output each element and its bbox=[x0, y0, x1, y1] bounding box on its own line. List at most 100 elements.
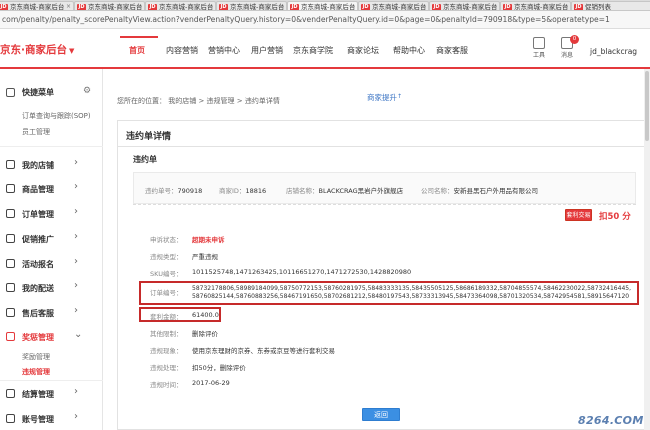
chevron-right-icon: › bbox=[74, 256, 78, 267]
close-icon[interactable]: × bbox=[492, 2, 497, 10]
divider bbox=[133, 204, 636, 205]
nav-help-center[interactable]: 帮助中心 bbox=[393, 45, 425, 56]
chevron-right-icon: › bbox=[74, 305, 78, 316]
arrow-up-icon: ↑ bbox=[397, 93, 403, 100]
badge-icon bbox=[6, 332, 15, 341]
sidebar-item-events[interactable]: 活动报名 › bbox=[0, 254, 103, 274]
sidebar-item-after-sales[interactable]: 售后客服 › bbox=[0, 303, 103, 323]
merchant-upgrade-link[interactable]: 商家提升↑ bbox=[367, 92, 402, 103]
jd-favicon-icon: JD bbox=[77, 4, 86, 10]
sidebar: 快捷菜单 ⚙ 订单查询与跟踪(SOP) 员工管理 我的店铺 › 商品管理 › 订单管… bbox=[0, 69, 103, 430]
nav-merchant-service[interactable]: 商家客服 bbox=[436, 45, 468, 56]
message-count-badge: 0 bbox=[570, 35, 579, 44]
chevron-down-icon: ⌄ bbox=[74, 329, 83, 340]
orders-label: 订单编号： bbox=[150, 289, 183, 297]
divider bbox=[0, 146, 103, 147]
sidebar-item-settlement[interactable]: 结算管理 › bbox=[0, 384, 103, 404]
browser-tab-active[interactable]: JD 京东商城-商家后台 × bbox=[287, 1, 358, 10]
jd-favicon-icon: JD bbox=[290, 4, 299, 10]
merchant-id: 商家ID：18816 bbox=[219, 187, 267, 195]
jd-favicon-icon: JD bbox=[503, 4, 512, 10]
panel-title: 违约单详情 bbox=[126, 132, 172, 142]
sidebar-subitem-violations[interactable]: 违规管理 bbox=[22, 367, 50, 377]
address-bar[interactable]: com/penalty/penalty_scorePenaltyView.act… bbox=[0, 11, 650, 29]
shop-name: 店铺名称：BLACKCRAG黑岩户外旗舰店 bbox=[286, 187, 404, 195]
document-icon bbox=[6, 209, 15, 218]
sidebar-item-account[interactable]: 账号管理 › bbox=[0, 409, 103, 429]
tools-button[interactable]: 工具 bbox=[528, 34, 550, 59]
nav-user-marketing[interactable]: 用户营销 bbox=[251, 45, 283, 56]
close-icon[interactable]: × bbox=[350, 2, 355, 10]
truck-icon bbox=[6, 283, 15, 292]
breadcrumb: 您所在的位置： 我的店铺 > 违规管理 > 违约单详情 bbox=[117, 97, 280, 105]
gear-icon[interactable]: ⚙ bbox=[83, 86, 91, 96]
company-name: 公司名称：安新县黑石户外用品有限公司 bbox=[421, 187, 538, 195]
browser-tab[interactable]: JD 京东商城-商家后台 × bbox=[216, 1, 287, 10]
browser-tab[interactable]: JD 京东商城-商家后台 × bbox=[145, 1, 216, 10]
nav-marketing-center[interactable]: 营销中心 bbox=[208, 45, 240, 56]
browser-tab[interactable]: JD 京东商城-商家后台 × bbox=[358, 1, 429, 10]
close-icon[interactable]: × bbox=[421, 2, 426, 10]
jd-favicon-icon: JD bbox=[432, 4, 441, 10]
username[interactable]: jd_blackcrag bbox=[590, 47, 637, 56]
back-button[interactable]: 返回 bbox=[362, 408, 400, 421]
box-icon bbox=[6, 184, 15, 193]
close-icon[interactable]: × bbox=[208, 2, 213, 10]
quick-link-order-query[interactable]: 订单查询与跟踪(SOP) bbox=[22, 111, 91, 121]
chevron-right-icon: › bbox=[74, 231, 78, 242]
jd-favicon-icon: JD bbox=[361, 4, 370, 10]
close-icon[interactable]: × bbox=[137, 2, 142, 10]
sidebar-item-delivery[interactable]: 我的配送 › bbox=[0, 278, 103, 298]
flag-icon bbox=[6, 259, 15, 268]
order-numbers: 58732178806,58989184099,58750772153,5876… bbox=[192, 285, 631, 300]
chevron-right-icon: › bbox=[74, 206, 78, 217]
close-icon[interactable]: × bbox=[66, 2, 71, 10]
sidebar-item-orders[interactable]: 订单管理 › bbox=[0, 204, 103, 224]
close-icon[interactable]: × bbox=[563, 2, 568, 10]
browser-tab[interactable]: JD 京东商城-商家后台 × bbox=[429, 1, 500, 10]
divider bbox=[117, 146, 647, 147]
user-icon bbox=[6, 414, 15, 423]
headset-icon bbox=[6, 308, 15, 317]
sidebar-item-promotion[interactable]: 促销推广 › bbox=[0, 229, 103, 249]
nav-home[interactable]: 首页 bbox=[129, 45, 145, 56]
chevron-right-icon: › bbox=[74, 411, 78, 422]
nav-jd-academy[interactable]: 京东商学院 bbox=[293, 45, 333, 56]
close-icon[interactable]: × bbox=[279, 2, 284, 10]
chevron-right-icon: › bbox=[74, 181, 78, 192]
jd-favicon-icon: JD bbox=[148, 4, 157, 10]
logo[interactable]: 京东·商家后台 ▼ bbox=[0, 42, 74, 57]
penalty-order-no: 违约单号：790918 bbox=[145, 187, 203, 195]
jd-favicon-icon: JD bbox=[574, 4, 583, 10]
section-title: 违约单 bbox=[133, 155, 157, 164]
nav-content-marketing[interactable]: 内容营销 bbox=[166, 45, 198, 56]
penalty-points: 扣50 分 bbox=[599, 212, 631, 222]
top-header: 京东·商家后台 ▼ 首页 内容营销 营销中心 用户营销 京东商学院 商家论坛 帮助… bbox=[0, 29, 650, 69]
quick-link-staff[interactable]: 员工管理 bbox=[22, 127, 50, 137]
quick-menu-header: 快捷菜单 ⚙ bbox=[0, 86, 103, 100]
jd-favicon-icon: JD bbox=[0, 4, 8, 10]
wallet-icon bbox=[6, 389, 15, 398]
megaphone-icon bbox=[6, 234, 15, 243]
sidebar-item-rewards-penalties[interactable]: 奖惩管理 ⌄ bbox=[0, 327, 103, 347]
jd-favicon-icon: JD bbox=[219, 4, 228, 10]
page-scrollbar[interactable] bbox=[644, 69, 650, 430]
browser-tab[interactable]: JD 京东商城-商家后台 × bbox=[500, 1, 571, 10]
violation-tag: 套利交易 bbox=[565, 209, 592, 221]
sidebar-subitem-rewards[interactable]: 奖励管理 bbox=[22, 352, 50, 362]
nav-merchant-forum[interactable]: 商家论坛 bbox=[347, 45, 379, 56]
active-nav-indicator bbox=[120, 36, 158, 38]
browser-tab[interactable]: JD 京东商城-商家后台 × bbox=[0, 1, 74, 10]
chevron-right-icon: › bbox=[74, 157, 78, 168]
chevron-right-icon: › bbox=[74, 280, 78, 291]
browser-tab[interactable]: JD 促销列表 bbox=[571, 1, 650, 10]
grid-icon bbox=[6, 88, 15, 97]
divider bbox=[0, 380, 103, 381]
browser-tab[interactable]: JD 京东商城-商家后台 × bbox=[74, 1, 145, 10]
scrollbar-thumb[interactable] bbox=[645, 71, 649, 141]
sidebar-item-my-shop[interactable]: 我的店铺 › bbox=[0, 155, 103, 175]
messages-button[interactable]: 消息 0 bbox=[556, 34, 579, 59]
sidebar-item-products[interactable]: 商品管理 › bbox=[0, 179, 103, 199]
toolbox-icon bbox=[533, 37, 545, 49]
browser-tab-strip: JD 京东商城-商家后台 × JD 京东商城-商家后台 × JD 京东商城-商家后台 × J… bbox=[0, 0, 650, 11]
